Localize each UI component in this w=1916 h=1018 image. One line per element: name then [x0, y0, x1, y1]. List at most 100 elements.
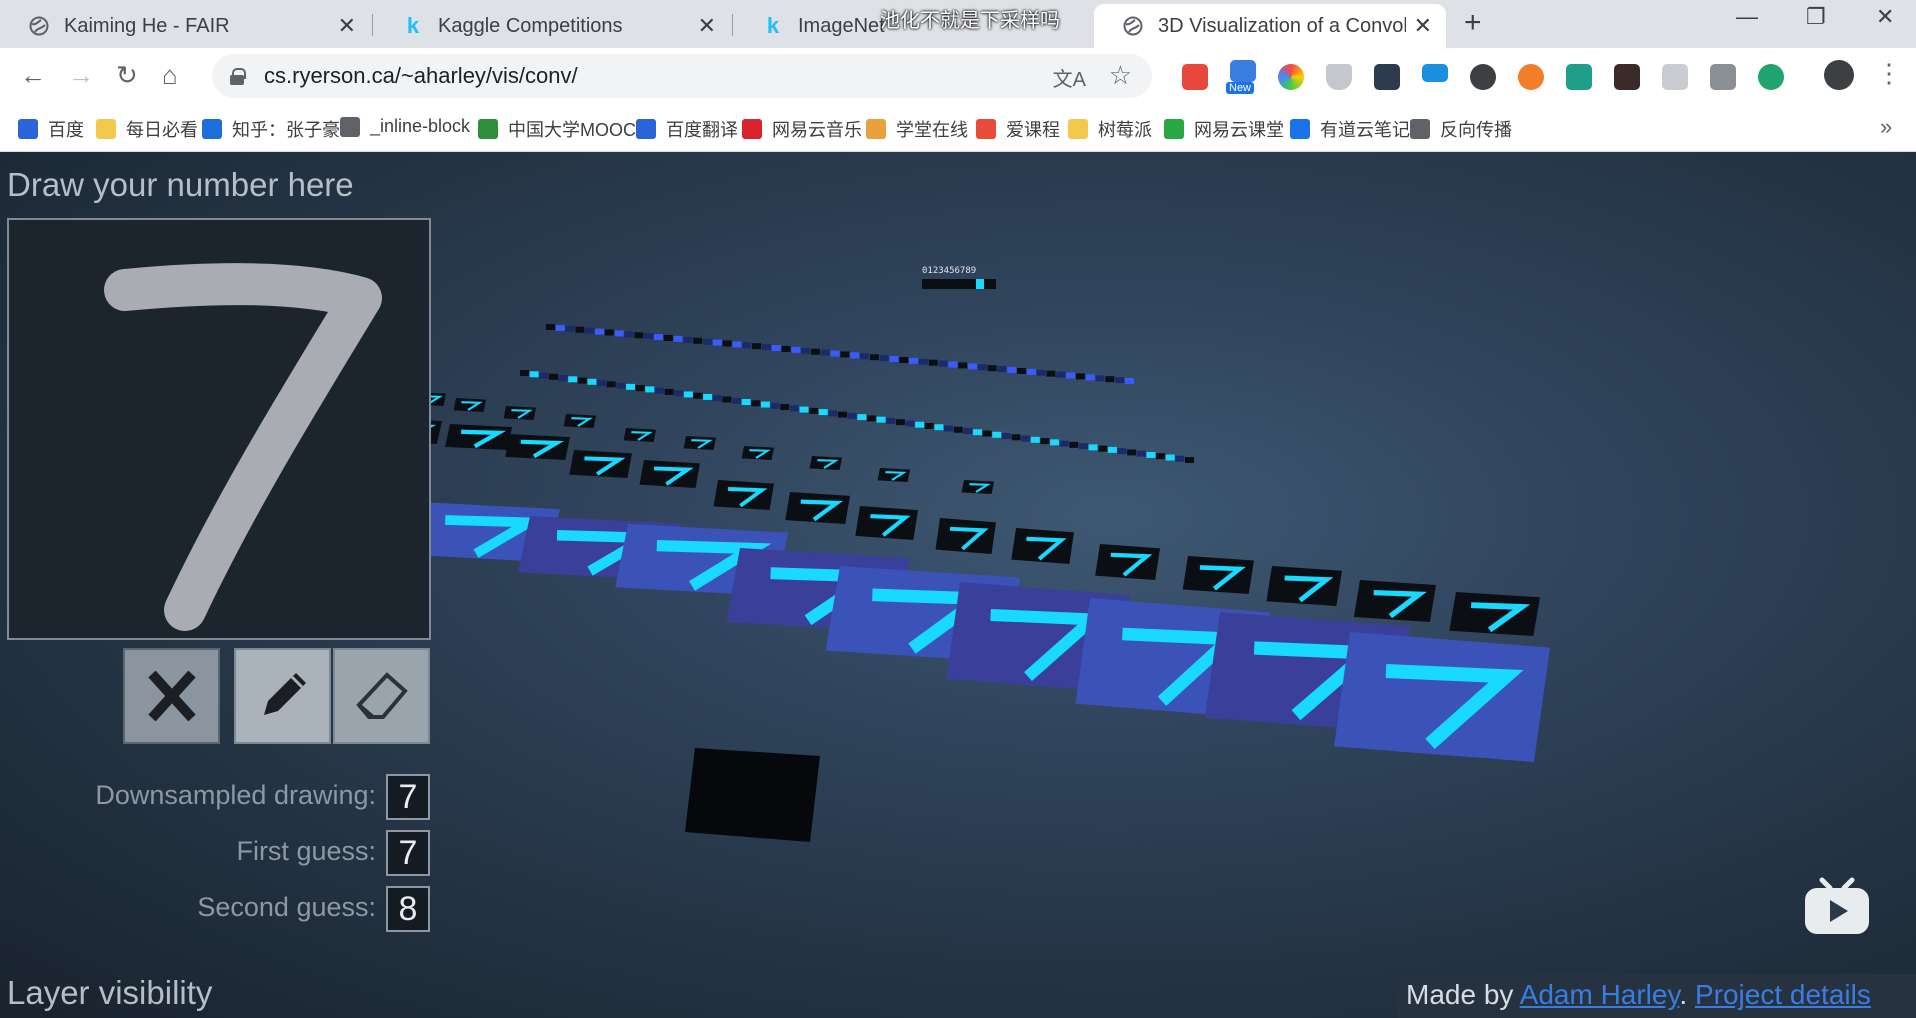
new-tab-button[interactable]: +: [1464, 6, 1482, 40]
fc-layer-2-node: [967, 363, 977, 370]
translate-icon[interactable]: 文A: [1053, 63, 1086, 92]
bookmark-icon: [340, 116, 360, 137]
bookmark-item[interactable]: 有道云笔记: [1290, 116, 1410, 142]
bookmarks-bar: 百度 每日必看 知乎：张子豪 _inline-block 中国大学MOOC 百度翻译 网易云…: [0, 106, 1916, 152]
network-3d-view[interactable]: 0123456789: [360, 152, 1916, 1018]
project-details-link[interactable]: Project details: [1695, 979, 1871, 1010]
bookmark-item[interactable]: 学堂在线: [866, 116, 968, 142]
bookmark-item[interactable]: 反向传播: [1410, 116, 1512, 142]
extension-orange-icon[interactable]: [1518, 64, 1544, 90]
fc-layer-2-node: [1026, 368, 1036, 375]
kaggle-k-icon: k: [406, 13, 420, 38]
star-icon[interactable]: ☆: [1109, 60, 1132, 91]
clear-button[interactable]: [123, 648, 220, 744]
bookmark-label: 每日必看: [126, 120, 198, 140]
page-extension-icon[interactable]: [1662, 64, 1688, 90]
layer-visibility-heading[interactable]: Layer visibility: [7, 974, 212, 1012]
bookmark-item[interactable]: 每日必看: [96, 116, 198, 142]
close-icon[interactable]: ✕: [698, 13, 716, 39]
fc-layer-2-node: [889, 356, 899, 363]
fc-layer-1-node: [587, 378, 597, 385]
bookmark-icon: [478, 119, 498, 139]
author-link[interactable]: Adam Harley: [1520, 979, 1680, 1010]
close-icon[interactable]: ✕: [1414, 13, 1432, 39]
fc-layer-1-node: [1107, 446, 1117, 453]
fc-layer-1-node: [606, 381, 616, 388]
credit-bar: Made by Adam Harley. Project details: [1398, 974, 1916, 1018]
tab-kaiming[interactable]: Kaiming He - FAIR ✕: [0, 4, 370, 48]
bookmark-item[interactable]: 知乎：张子豪: [202, 116, 340, 142]
s-extension-icon[interactable]: [1566, 64, 1592, 90]
fc-layer-1-node: [577, 377, 587, 384]
bookmark-label: 网易云音乐: [772, 120, 862, 140]
url-text[interactable]: cs.ryerson.ca/~aharley/vis/conv/: [264, 63, 578, 89]
fc-layer-2-node: [752, 343, 762, 350]
bookmark-item[interactable]: 网易云课堂: [1164, 116, 1284, 142]
fc-layer-2-node: [614, 330, 624, 337]
bookmark-item[interactable]: 百度: [18, 116, 84, 142]
profile-avatar-icon[interactable]: [1824, 60, 1854, 90]
forward-icon[interactable]: →: [68, 60, 94, 91]
first-guess-label: First guess:: [236, 836, 376, 866]
grid-extension-icon[interactable]: [1614, 64, 1640, 90]
fc-layer-2-node: [879, 355, 889, 362]
reload-icon[interactable]: ↻: [116, 60, 138, 91]
more-bookmarks-icon[interactable]: »: [1880, 114, 1892, 140]
bookmark-item[interactable]: 百度翻译: [636, 116, 738, 142]
tab-kaggle[interactable]: k Kaggle Competitions ✕: [374, 4, 730, 48]
extension-new-icon[interactable]: [1230, 60, 1256, 82]
tab-3d-visualization[interactable]: 3D Visualization of a Convolut ✕: [1094, 4, 1446, 48]
address-bar[interactable]: cs.ryerson.ca/~aharley/vis/conv/ 文A ☆: [212, 54, 1152, 98]
output-active-node: [976, 279, 984, 289]
fc-layer-2-node: [1017, 367, 1027, 374]
extension-dark-icon[interactable]: [1374, 64, 1400, 90]
color-extension-icon[interactable]: [1278, 64, 1304, 90]
downsampled-label: Downsampled drawing:: [95, 780, 376, 810]
monitor-icon[interactable]: [1422, 64, 1448, 82]
pool2-feature-map: [623, 428, 656, 442]
fc-layer-1-node: [1127, 449, 1137, 456]
fc-layer-2-node: [546, 324, 555, 330]
fc-layer-1-node: [539, 372, 549, 379]
bookmark-item[interactable]: _inline-block: [340, 116, 470, 137]
bookmark-icon: [866, 119, 886, 139]
pencil-button[interactable]: [234, 648, 331, 744]
tools-extension-icon[interactable]: [1710, 64, 1736, 90]
conv2-feature-map: [1182, 556, 1254, 594]
fc-layer-1-node: [866, 415, 876, 422]
back-icon[interactable]: ←: [20, 60, 46, 91]
close-icon[interactable]: ✕: [338, 13, 356, 39]
window-close-icon[interactable]: ✕: [1876, 4, 1894, 30]
fc-layer-2-node: [703, 338, 713, 345]
drawing-canvas[interactable]: [7, 218, 431, 640]
fc-layer-1-node: [1098, 445, 1108, 452]
bookmark-item[interactable]: 中国大学MOOC: [478, 116, 636, 142]
eraser-button[interactable]: [333, 648, 430, 744]
sync-extension-icon[interactable]: [1758, 64, 1784, 90]
downsampled-row: Downsampled drawing: 7: [0, 774, 430, 820]
fc-layer-1-node: [982, 430, 992, 437]
fc-layer-1-node: [1156, 453, 1166, 460]
first-guess-row: First guess: 7: [0, 830, 430, 876]
fc-layer-2-node: [565, 325, 575, 332]
restore-icon[interactable]: ❐: [1806, 4, 1826, 30]
conv2-feature-map: [1266, 566, 1342, 606]
bookmark-icon: [202, 119, 222, 139]
bookmark-item[interactable]: 网易云音乐: [742, 116, 862, 142]
extension-icon[interactable]: [1182, 64, 1208, 90]
pool2-feature-map: [683, 436, 716, 450]
fc-layer-2-node: [575, 326, 585, 333]
minimize-icon[interactable]: —: [1736, 4, 1758, 30]
home-icon[interactable]: ⌂: [162, 60, 178, 91]
bilibili-play-icon[interactable]: [1802, 874, 1872, 938]
fc-layer-2-node: [624, 331, 634, 338]
bookmark-item[interactable]: 爱课程: [976, 116, 1060, 142]
circle-extension-icon[interactable]: [1470, 64, 1496, 90]
shield-icon[interactable]: [1326, 64, 1352, 90]
conv2-feature-map: [639, 460, 700, 488]
bookmark-item[interactable]: 树莓派: [1068, 116, 1152, 142]
lock-icon[interactable]: [230, 68, 246, 85]
bookmark-label: 网易云课堂: [1194, 120, 1284, 140]
bookmark-label: 爱课程: [1006, 120, 1060, 140]
menu-dots-icon[interactable]: ⋮: [1876, 58, 1902, 89]
